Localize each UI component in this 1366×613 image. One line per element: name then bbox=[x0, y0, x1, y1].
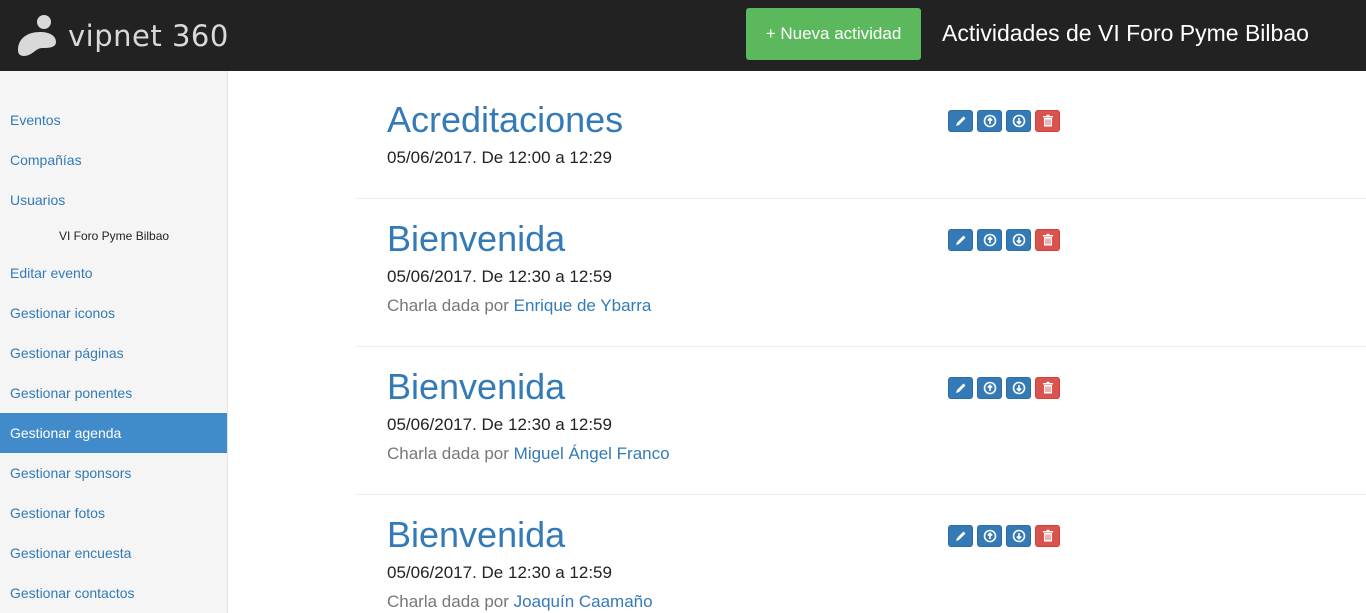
arrow-up-icon bbox=[983, 114, 996, 128]
activity-datetime: 05/06/2017. De 12:30 a 12:59 bbox=[387, 563, 612, 582]
move-down-button[interactable] bbox=[1006, 525, 1031, 547]
arrow-up-icon bbox=[983, 381, 996, 395]
delete-button[interactable] bbox=[1035, 110, 1060, 132]
arrow-down-icon bbox=[1012, 529, 1025, 543]
sidebar-item-gestionar-fotos[interactable]: Gestionar fotos bbox=[0, 493, 227, 533]
activity-actions bbox=[948, 377, 1060, 399]
arrow-down-icon bbox=[1012, 381, 1025, 395]
activity-datetime: 05/06/2017. De 12:30 a 12:59 bbox=[387, 267, 612, 286]
trash-icon bbox=[1042, 381, 1053, 394]
move-up-button[interactable] bbox=[977, 110, 1002, 132]
trash-icon bbox=[1042, 529, 1053, 542]
sidebar-item-gestionar-agenda[interactable]: Gestionar agenda bbox=[0, 413, 227, 453]
activity-title[interactable]: Bienvenida bbox=[387, 515, 565, 555]
edit-button[interactable] bbox=[948, 110, 973, 132]
pencil-icon bbox=[955, 383, 965, 393]
pencil-icon bbox=[955, 531, 965, 541]
activity-divider bbox=[355, 198, 1366, 199]
trash-icon bbox=[1042, 114, 1053, 127]
move-up-button[interactable] bbox=[977, 229, 1002, 251]
speaker-prefix: Charla dada por bbox=[387, 296, 509, 315]
edit-button[interactable] bbox=[948, 377, 973, 399]
activity-divider bbox=[355, 494, 1366, 495]
sidebar-item-gestionar-iconos[interactable]: Gestionar iconos bbox=[0, 293, 227, 333]
sidebar-item-companias[interactable]: Compañías bbox=[0, 140, 227, 180]
delete-button[interactable] bbox=[1035, 525, 1060, 547]
activity-datetime: 05/06/2017. De 12:00 a 12:29 bbox=[387, 148, 612, 167]
move-down-button[interactable] bbox=[1006, 229, 1031, 251]
top-navbar: vipnet 360 + Nueva actividad Actividades… bbox=[0, 0, 1366, 71]
new-activity-button[interactable]: + Nueva actividad bbox=[746, 8, 921, 60]
move-up-button[interactable] bbox=[977, 525, 1002, 547]
speaker-link[interactable]: Miguel Ángel Franco bbox=[514, 444, 670, 463]
person-logo-icon bbox=[18, 15, 56, 56]
sidebar-item-gestionar-ponentes[interactable]: Gestionar ponentes bbox=[0, 373, 227, 413]
page-title: Actividades de VI Foro Pyme Bilbao bbox=[942, 20, 1309, 46]
app-logo[interactable]: vipnet 360 bbox=[14, 12, 229, 60]
delete-button[interactable] bbox=[1035, 229, 1060, 251]
activity-divider bbox=[355, 346, 1366, 347]
arrow-up-icon bbox=[983, 529, 996, 543]
activity-title[interactable]: Bienvenida bbox=[387, 219, 565, 259]
sidebar: Eventos Compañías Usuarios VI Foro Pyme … bbox=[0, 71, 228, 613]
trash-icon bbox=[1042, 233, 1053, 246]
activity-title[interactable]: Acreditaciones bbox=[387, 100, 623, 140]
logo-text: vipnet 360 bbox=[68, 19, 229, 53]
pencil-icon bbox=[955, 116, 965, 126]
activity-actions bbox=[948, 229, 1060, 251]
activity-speaker: Charla dada por Enrique de Ybarra bbox=[387, 296, 651, 316]
move-up-button[interactable] bbox=[977, 377, 1002, 399]
sidebar-item-eventos[interactable]: Eventos bbox=[0, 100, 227, 140]
sidebar-item-gestionar-contactos[interactable]: Gestionar contactos bbox=[0, 573, 227, 613]
move-down-button[interactable] bbox=[1006, 377, 1031, 399]
arrow-up-icon bbox=[983, 233, 996, 247]
edit-button[interactable] bbox=[948, 525, 973, 547]
sidebar-item-usuarios[interactable]: Usuarios bbox=[0, 180, 227, 220]
activity-datetime: 05/06/2017. De 12:30 a 12:59 bbox=[387, 415, 612, 434]
sidebar-current-event: VI Foro Pyme Bilbao bbox=[59, 229, 170, 243]
speaker-prefix: Charla dada por bbox=[387, 444, 509, 463]
arrow-down-icon bbox=[1012, 233, 1025, 247]
sidebar-item-editar-evento[interactable]: Editar evento bbox=[0, 253, 227, 293]
sidebar-item-gestionar-paginas[interactable]: Gestionar páginas bbox=[0, 333, 227, 373]
speaker-link[interactable]: Joaquín Caamaño bbox=[514, 592, 653, 611]
activity-actions bbox=[948, 110, 1060, 132]
activity-speaker: Charla dada por Miguel Ángel Franco bbox=[387, 444, 670, 464]
arrow-down-icon bbox=[1012, 114, 1025, 128]
activity-actions bbox=[948, 525, 1060, 547]
speaker-prefix: Charla dada por bbox=[387, 592, 509, 611]
sidebar-item-gestionar-encuesta[interactable]: Gestionar encuesta bbox=[0, 533, 227, 573]
sidebar-item-gestionar-sponsors[interactable]: Gestionar sponsors bbox=[0, 453, 227, 493]
activity-speaker: Charla dada por Joaquín Caamaño bbox=[387, 592, 653, 612]
speaker-link[interactable]: Enrique de Ybarra bbox=[514, 296, 652, 315]
move-down-button[interactable] bbox=[1006, 110, 1031, 132]
activity-title[interactable]: Bienvenida bbox=[387, 367, 565, 407]
edit-button[interactable] bbox=[948, 229, 973, 251]
delete-button[interactable] bbox=[1035, 377, 1060, 399]
pencil-icon bbox=[955, 235, 965, 245]
